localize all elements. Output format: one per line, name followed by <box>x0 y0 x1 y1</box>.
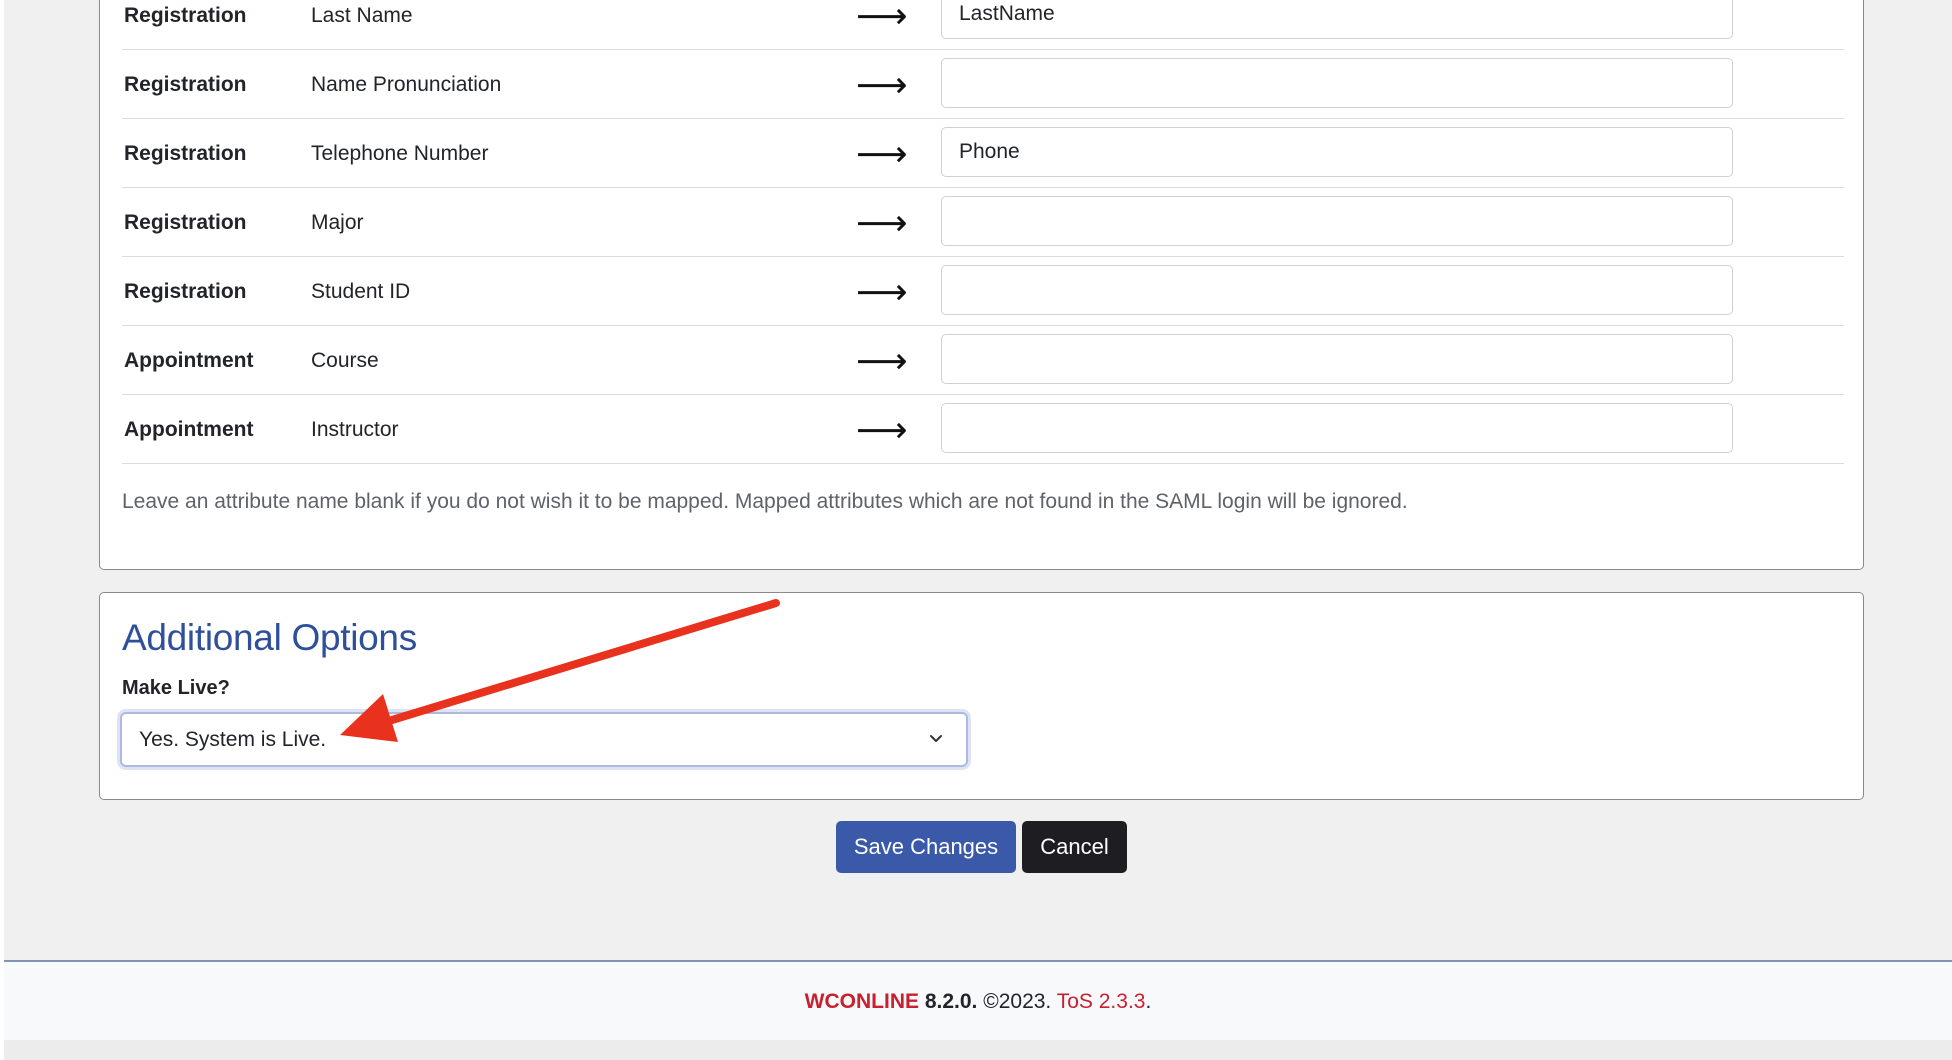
additional-options-card: Additional Options Make Live? Yes. Syste… <box>99 592 1864 800</box>
right-arrow-icon: ⟶ <box>856 0 908 36</box>
right-arrow-icon: ⟶ <box>856 133 908 174</box>
attribute-row: Registration Student ID ⟶ <box>122 257 1844 326</box>
saml-attribute-input[interactable] <box>941 334 1733 384</box>
saml-attribute-input[interactable] <box>941 265 1733 315</box>
attribute-row: Registration Major ⟶ <box>122 188 1844 257</box>
attribute-category: Registration <box>124 4 247 27</box>
attribute-row: Registration Telephone Number ⟶ <box>122 119 1844 188</box>
footer-brand[interactable]: WCONLINE <box>805 990 919 1013</box>
saml-attribute-input[interactable] <box>941 58 1733 108</box>
attribute-mapping-card: Registration Last Name ⟶ Registration Name P… <box>99 0 1864 570</box>
attribute-name: Major <box>311 211 364 234</box>
attribute-name: Telephone Number <box>311 142 489 165</box>
saml-attribute-input[interactable] <box>941 0 1733 39</box>
attribute-category: Registration <box>124 73 247 96</box>
page-background: Registration Last Name ⟶ Registration Name P… <box>4 0 1952 960</box>
footer-copyright: ©2023. <box>983 990 1052 1013</box>
attribute-category: Appointment <box>124 418 254 441</box>
right-arrow-icon: ⟶ <box>856 271 908 312</box>
bottom-band <box>4 1040 1952 1060</box>
attribute-name: Instructor <box>311 418 399 441</box>
make-live-select[interactable]: Yes. System is Live. <box>120 712 968 767</box>
attribute-category: Registration <box>124 211 247 234</box>
right-arrow-icon: ⟶ <box>856 340 908 381</box>
footer-version: 8.2.0. <box>924 990 978 1013</box>
saml-attribute-input[interactable] <box>941 403 1733 453</box>
attribute-row: Appointment Instructor ⟶ <box>122 395 1844 464</box>
right-arrow-icon: ⟶ <box>856 409 908 450</box>
right-arrow-icon: ⟶ <box>856 64 908 105</box>
save-changes-button[interactable]: Save Changes <box>836 821 1016 873</box>
chevron-down-icon <box>930 735 942 742</box>
make-live-selected-value: Yes. System is Live. <box>139 728 327 751</box>
attribute-row: Registration Name Pronunciation ⟶ <box>122 50 1844 119</box>
footer: WCONLINE 8.2.0. ©2023. ToS 2.3.3. <box>4 960 1952 1040</box>
attribute-row: Appointment Course ⟶ <box>122 326 1844 395</box>
attribute-name: Course <box>311 349 379 372</box>
attribute-category: Appointment <box>124 349 254 372</box>
attribute-category: Registration <box>124 280 247 303</box>
attribute-row: Registration Last Name ⟶ <box>122 0 1844 50</box>
cancel-button[interactable]: Cancel <box>1022 821 1127 873</box>
make-live-label: Make Live? <box>122 677 230 699</box>
attribute-name: Student ID <box>311 280 411 303</box>
attribute-name: Last Name <box>311 4 413 27</box>
attribute-help-text: Leave an attribute name blank if you do … <box>122 490 1408 513</box>
attribute-name: Name Pronunciation <box>311 73 502 96</box>
footer-tos-suffix: . <box>1145 990 1152 1013</box>
footer-text: WCONLINE 8.2.0. ©2023. ToS 2.3.3. <box>4 990 1952 1014</box>
additional-options-title: Additional Options <box>122 617 417 658</box>
saml-attribute-input[interactable] <box>941 196 1733 246</box>
footer-tos-link[interactable]: ToS 2.3.3 <box>1057 990 1146 1013</box>
saml-attribute-input[interactable] <box>941 127 1733 177</box>
right-arrow-icon: ⟶ <box>856 202 908 243</box>
attribute-category: Registration <box>124 142 247 165</box>
